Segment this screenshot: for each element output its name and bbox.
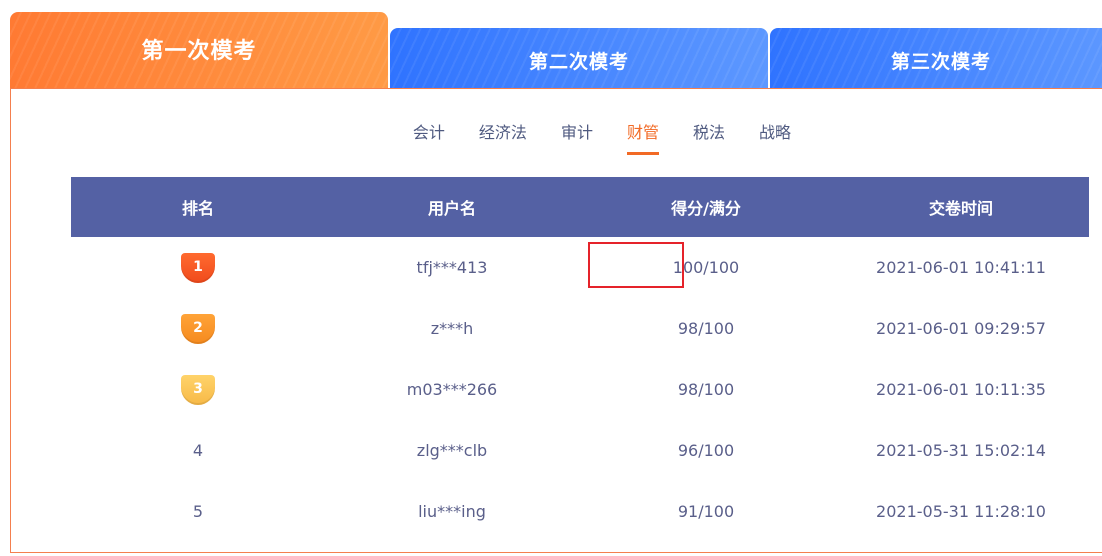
silver-medal-icon: 2 — [181, 313, 215, 344]
subject-accounting[interactable]: 会计 — [413, 119, 445, 155]
header-score: 得分/满分 — [671, 199, 741, 218]
ranking-panel: 会计 经济法 审计 财管 税法 战略 排名 用户名 得分/满分 交卷时间 1 t… — [10, 88, 1102, 553]
header-rank: 排名 — [181, 199, 214, 218]
tab-label: 第三次模考 — [890, 51, 991, 73]
header-submit-time: 交卷时间 — [928, 199, 993, 218]
subject-audit[interactable]: 审计 — [561, 119, 593, 155]
table-row: 2 z***h 98/100 2021-06-01 09:29:57 — [71, 298, 1089, 359]
table-row: 5 liu***ing 91/100 2021-05-31 11:28:10 — [71, 481, 1089, 542]
exam-tabs: 第一次模考 第二次模考 第三次模考 — [10, 12, 1102, 89]
tab-third-mock-exam[interactable]: 第三次模考 — [770, 28, 1102, 89]
rank-cell: 4 — [192, 441, 204, 460]
score-cell: 96/100 — [677, 441, 735, 460]
subject-tax-law[interactable]: 税法 — [693, 119, 725, 155]
tab-first-mock-exam[interactable]: 第一次模考 — [10, 12, 388, 89]
subject-financial-management[interactable]: 财管 — [626, 119, 659, 155]
table-row: 3 m03***266 98/100 2021-06-01 10:11:35 — [71, 359, 1089, 420]
table-row: 1 tfj***413 100/100 2021-06-01 10:41:11 — [71, 237, 1089, 298]
rank-cell: 5 — [192, 502, 204, 521]
tab-label: 第二次模考 — [528, 51, 629, 73]
time-cell: 2021-06-01 10:41:11 — [876, 258, 1046, 277]
subject-strategy[interactable]: 战略 — [759, 119, 791, 155]
bronze-medal-icon: 3 — [181, 374, 215, 405]
username-cell: m03***266 — [406, 380, 498, 399]
username-cell: z***h — [430, 319, 474, 338]
table-row: 4 zlg***clb 96/100 2021-05-31 15:02:14 — [71, 420, 1089, 481]
time-cell: 2021-06-01 10:11:35 — [876, 380, 1046, 399]
time-cell: 2021-05-31 15:02:14 — [876, 441, 1046, 460]
score-cell: 91/100 — [677, 502, 735, 521]
time-cell: 2021-05-31 11:28:10 — [876, 502, 1046, 521]
rank-cell: 1 — [71, 252, 325, 283]
tab-second-mock-exam[interactable]: 第二次模考 — [390, 28, 768, 89]
rank-cell: 2 — [71, 313, 325, 344]
table-header: 排名 用户名 得分/满分 交卷时间 — [71, 177, 1089, 237]
rank-cell: 3 — [71, 374, 325, 405]
gold-medal-icon: 1 — [181, 252, 215, 283]
score-cell: 98/100 — [677, 319, 735, 338]
score-cell: 98/100 — [677, 380, 735, 399]
tab-label: 第一次模考 — [141, 38, 257, 64]
time-cell: 2021-06-01 09:29:57 — [876, 319, 1046, 338]
header-username: 用户名 — [427, 199, 476, 218]
username-cell: tfj***413 — [416, 258, 488, 277]
subject-nav: 会计 经济法 审计 财管 税法 战略 — [11, 119, 791, 155]
score-cell: 100/100 — [579, 242, 833, 288]
ranking-table: 排名 用户名 得分/满分 交卷时间 1 tfj***413 100/100 20… — [71, 177, 1089, 542]
username-cell: zlg***clb — [416, 441, 488, 460]
username-cell: liu***ing — [418, 502, 486, 521]
highlight-box — [588, 242, 684, 288]
subject-economic-law[interactable]: 经济法 — [479, 119, 527, 155]
